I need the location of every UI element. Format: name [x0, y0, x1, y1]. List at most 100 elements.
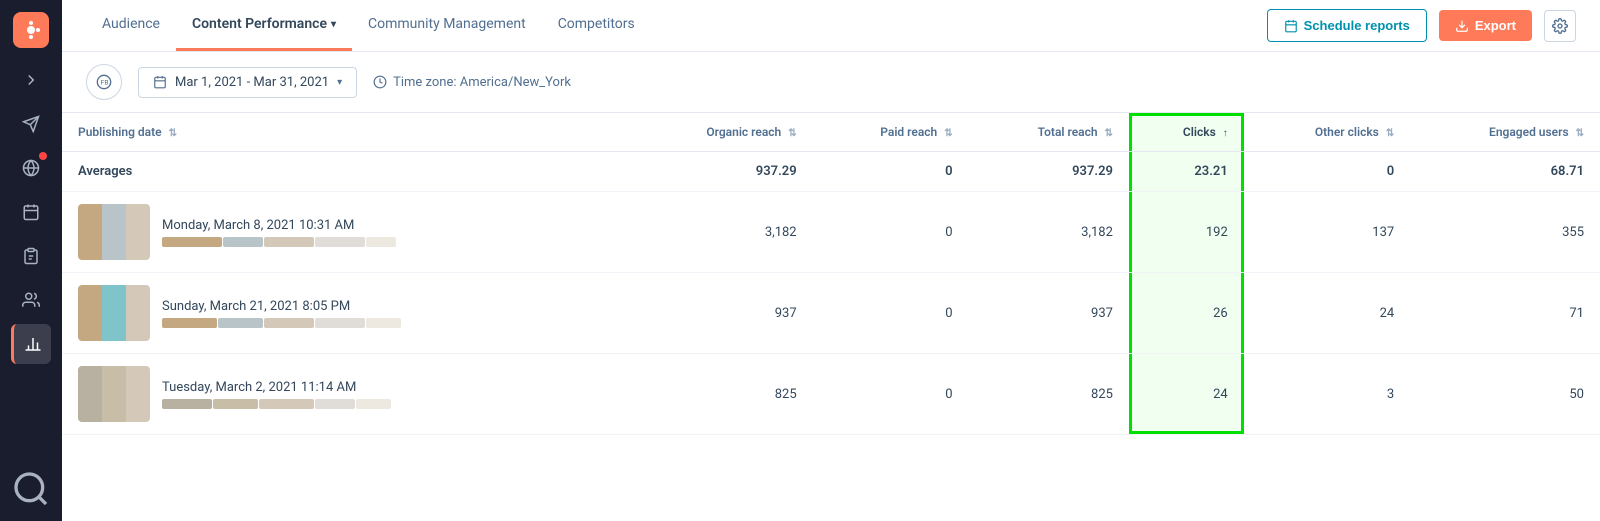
sort-icon: ⇅: [944, 128, 952, 139]
bar-segment: [315, 399, 355, 409]
tab-competitors[interactable]: Competitors: [542, 0, 651, 51]
bar-segment: [213, 399, 258, 409]
bar-segment: [162, 318, 217, 328]
sort-icon: ⇅: [169, 128, 177, 139]
calendar-range-icon: [153, 75, 167, 89]
sidebar: [0, 0, 62, 521]
sort-asc-icon: ↑: [1223, 128, 1228, 139]
nav-actions: Schedule reports Export: [1267, 9, 1576, 42]
col-header-other-clicks[interactable]: Other clicks ⇅: [1244, 113, 1410, 152]
row2-organic-reach: 937: [630, 273, 813, 354]
sort-icon: ⇅: [1105, 128, 1113, 139]
row2-other-clicks: 24: [1244, 273, 1410, 354]
sidebar-item-send[interactable]: [11, 104, 51, 144]
thumb-block-3: [126, 366, 150, 422]
svg-text:FB: FB: [101, 79, 109, 87]
row2-total-reach: 937: [969, 273, 1129, 354]
sidebar-item-search[interactable]: [11, 469, 51, 509]
bar-segment: [218, 318, 263, 328]
tab-audience[interactable]: Audience: [86, 0, 176, 51]
schedule-icon: [1284, 19, 1298, 33]
timezone-display: Time zone: America/New_York: [373, 75, 571, 90]
sidebar-item-reports[interactable]: [11, 236, 51, 276]
chevron-down-icon: ▾: [331, 19, 336, 30]
schedule-reports-button[interactable]: Schedule reports: [1267, 9, 1427, 42]
col-header-engaged-users[interactable]: Engaged users ⇅: [1410, 113, 1600, 152]
post-thumbnail: [78, 285, 150, 341]
row1-engaged-users: 355: [1410, 192, 1600, 273]
tab-content-performance[interactable]: Content Performance ▾: [176, 0, 352, 51]
content-filter-icon[interactable]: FB: [86, 64, 122, 100]
averages-clicks: 23.21: [1129, 152, 1244, 192]
bar-segment: [366, 237, 396, 247]
clock-icon: [373, 75, 387, 89]
globe-icon: [22, 159, 40, 177]
notification-badge: [39, 152, 47, 160]
settings-button[interactable]: [1544, 10, 1576, 42]
averages-paid-reach: 0: [813, 152, 969, 192]
row3-paid-reach: 0: [813, 354, 969, 435]
sort-icon: ⇅: [1386, 128, 1394, 139]
thumb-block-2: [102, 366, 126, 422]
row2-engaged-users: 71: [1410, 273, 1600, 354]
row3-other-clicks: 3: [1244, 354, 1410, 435]
row2-clicks: 26: [1129, 273, 1244, 354]
sidebar-item-chart[interactable]: [11, 324, 51, 364]
post-preview-bar: [162, 318, 402, 328]
col-header-organic-reach[interactable]: Organic reach ⇅: [630, 113, 813, 152]
bar-segment: [315, 237, 365, 247]
bar-segment: [264, 237, 314, 247]
search-icon: [11, 469, 51, 509]
row1-publishing-date: Monday, March 8, 2021 10:31 AM: [62, 192, 630, 273]
tab-community[interactable]: Community Management: [352, 0, 542, 51]
row3-publishing-date: Tuesday, March 2, 2021 11:14 AM: [62, 354, 630, 435]
col-header-publishing-date[interactable]: Publishing date ⇅: [62, 113, 630, 152]
averages-label: Averages: [62, 152, 630, 192]
sort-icon: ⇅: [788, 128, 796, 139]
col-header-paid-reach[interactable]: Paid reach ⇅: [813, 113, 969, 152]
sidebar-item-users[interactable]: [11, 280, 51, 320]
table-container: Publishing date ⇅ Organic reach ⇅ Paid r…: [62, 113, 1600, 521]
date-range-picker[interactable]: Mar 1, 2021 - Mar 31, 2021 ▾: [138, 67, 357, 98]
calendar-icon: [22, 203, 40, 221]
bar-segment: [223, 237, 263, 247]
row1-total-reach: 3,182: [969, 192, 1129, 273]
sidebar-logo[interactable]: [13, 12, 49, 48]
post-thumbnail: [78, 204, 150, 260]
col-header-total-reach[interactable]: Total reach ⇅: [969, 113, 1129, 152]
post-thumbnail: [78, 366, 150, 422]
averages-row: Averages 937.29 0 937.29 23.21 0 68.71: [62, 152, 1600, 192]
post-preview-bar: [162, 399, 402, 409]
row3-organic-reach: 825: [630, 354, 813, 435]
averages-other-clicks: 0: [1244, 152, 1410, 192]
sidebar-item-globe[interactable]: [11, 148, 51, 188]
bar-segment: [356, 399, 391, 409]
table-row: Tuesday, March 2, 2021 11:14 AM: [62, 354, 1600, 435]
sidebar-expand[interactable]: [11, 60, 51, 100]
bar-segment: [315, 318, 365, 328]
top-nav: Audience Content Performance ▾ Community…: [62, 0, 1600, 52]
post-meta: Monday, March 8, 2021 10:31 AM: [162, 218, 402, 247]
nav-tabs: Audience Content Performance ▾ Community…: [86, 0, 1267, 51]
col-header-clicks[interactable]: Clicks ↑: [1129, 113, 1244, 152]
chevron-right-icon: [22, 71, 40, 89]
table-header-row: Publishing date ⇅ Organic reach ⇅ Paid r…: [62, 113, 1600, 152]
paper-plane-icon: [22, 115, 40, 133]
export-icon: [1455, 19, 1469, 33]
thumb-block-3: [126, 285, 150, 341]
row3-engaged-users: 50: [1410, 354, 1600, 435]
clipboard-icon: [22, 247, 40, 265]
row1-clicks: 192: [1129, 192, 1244, 273]
sidebar-item-calendar[interactable]: [11, 192, 51, 232]
thumb-block-1: [78, 204, 102, 260]
post-preview-bar: [162, 237, 402, 247]
export-button[interactable]: Export: [1439, 10, 1532, 41]
post-meta: Sunday, March 21, 2021 8:05 PM: [162, 299, 402, 328]
post-cell: Monday, March 8, 2021 10:31 AM: [78, 204, 614, 260]
post-cell: Sunday, March 21, 2021 8:05 PM: [78, 285, 614, 341]
gear-icon: [1552, 18, 1568, 34]
thumb-block-3: [126, 204, 150, 260]
main-content: Audience Content Performance ▾ Community…: [62, 0, 1600, 521]
toolbar: FB Mar 1, 2021 - Mar 31, 2021 ▾ Time zon…: [62, 52, 1600, 113]
post-cell: Tuesday, March 2, 2021 11:14 AM: [78, 366, 614, 422]
